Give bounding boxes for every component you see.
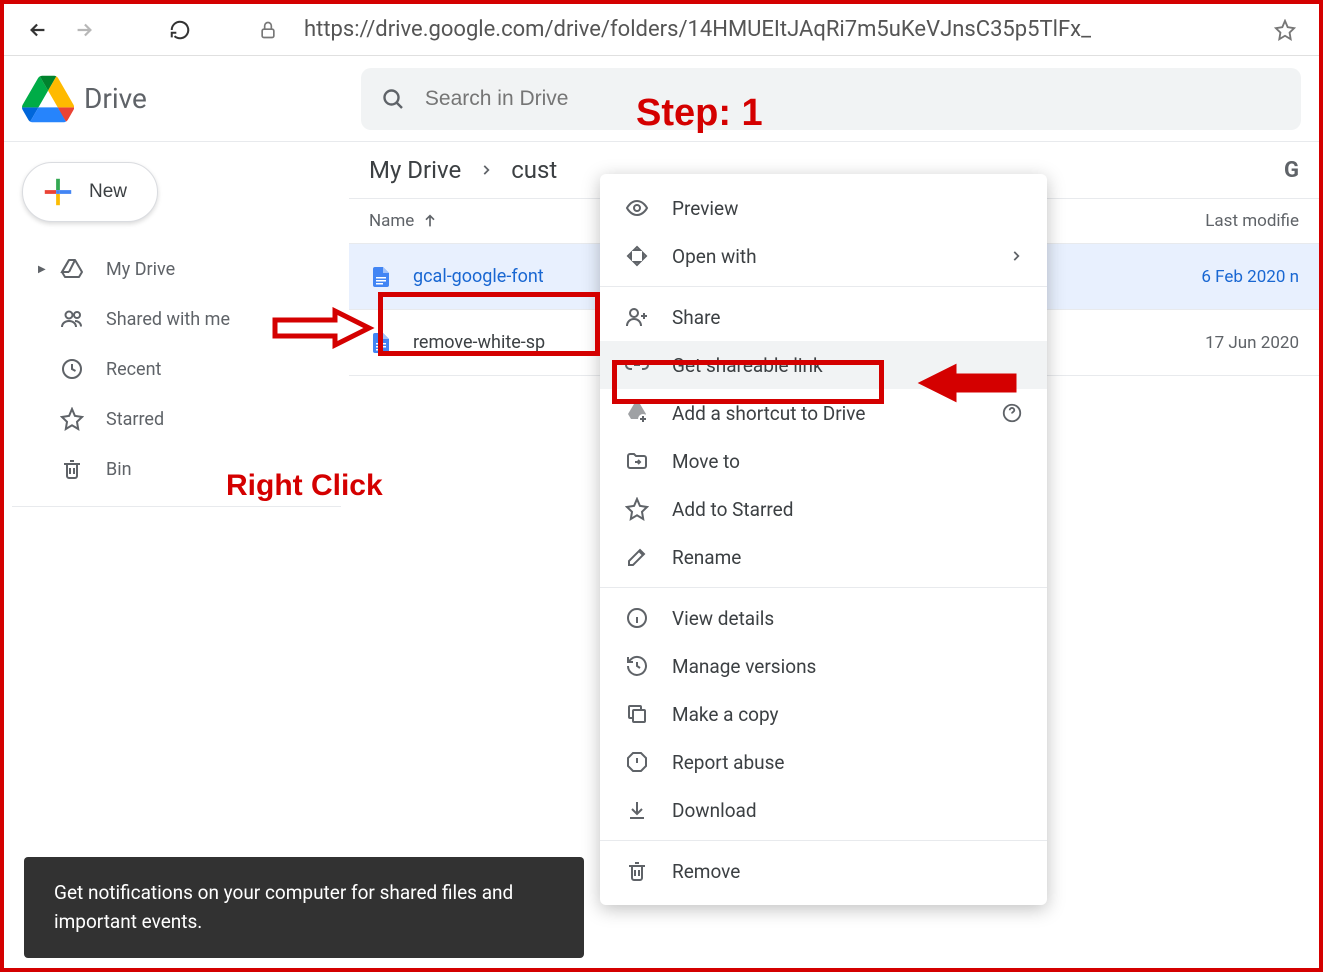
link-icon	[625, 353, 649, 377]
people-icon	[60, 307, 84, 331]
context-menu: Preview Open with Share Get shareable li…	[600, 174, 1047, 905]
bookmark-button[interactable]	[1267, 12, 1303, 48]
docs-icon	[369, 330, 393, 356]
ctx-move-to[interactable]: Move to	[600, 437, 1047, 485]
sidebar-divider	[12, 506, 341, 507]
search-icon	[381, 87, 405, 111]
ctx-download[interactable]: Download	[600, 786, 1047, 834]
ctx-share[interactable]: Share	[600, 293, 1047, 341]
file-name: gcal-google-font	[413, 266, 544, 287]
ctx-report-abuse[interactable]: Report abuse	[600, 738, 1047, 786]
sidebar-item-my-drive[interactable]: ▶ My Drive	[12, 244, 341, 294]
ctx-add-star[interactable]: Add to Starred	[600, 485, 1047, 533]
docs-icon	[369, 264, 393, 290]
help-icon	[1001, 402, 1023, 424]
sidebar-item-label: Shared with me	[106, 309, 230, 330]
history-icon	[625, 654, 649, 678]
sidebar-item-shared[interactable]: ▶ Shared with me	[12, 294, 341, 344]
url-text: https://drive.google.com/drive/folders/1…	[304, 17, 1091, 42]
plus-icon	[41, 175, 75, 209]
ctx-get-shareable-link[interactable]: Get shareable link	[600, 341, 1047, 389]
expand-triangle-icon[interactable]: ▶	[38, 264, 48, 275]
sidebar-item-label: Recent	[106, 359, 161, 380]
copy-icon	[625, 702, 649, 726]
trash-icon	[625, 859, 649, 883]
drive-icon	[22, 75, 74, 123]
star-icon	[625, 497, 649, 521]
sidebar-item-label: My Drive	[106, 259, 175, 280]
lock-icon	[258, 20, 278, 40]
arrow-up-icon	[422, 213, 438, 229]
sidebar-item-label: Bin	[106, 459, 132, 480]
file-date: 6 Feb 2020 n	[1201, 267, 1299, 287]
chevron-right-icon	[1009, 249, 1023, 263]
report-icon	[625, 750, 649, 774]
ctx-rename[interactable]: Rename	[600, 533, 1047, 581]
sidebar-item-bin[interactable]: ▶ Bin	[12, 444, 341, 494]
arrow-right-icon	[73, 19, 95, 41]
ctx-manage-versions[interactable]: Manage versions	[600, 642, 1047, 690]
info-icon	[625, 606, 649, 630]
nav-forward-button[interactable]	[66, 12, 102, 48]
sidebar-item-starred[interactable]: ▶ Starred	[12, 394, 341, 444]
ctx-separator	[600, 587, 1047, 588]
sidebar: New ▶ My Drive ▶ Shared with me ▶ Recent…	[4, 142, 349, 968]
file-name: remove-white-sp	[413, 332, 545, 353]
sidebar-item-label: Starred	[106, 409, 164, 430]
ctx-view-details[interactable]: View details	[600, 594, 1047, 642]
drive-small-icon	[60, 257, 84, 281]
pencil-icon	[625, 545, 649, 569]
column-modified[interactable]: Last modifie	[1205, 211, 1299, 231]
clock-icon	[60, 357, 84, 381]
new-button[interactable]: New	[22, 162, 158, 222]
app-header: Drive	[4, 56, 1319, 141]
ctx-make-copy[interactable]: Make a copy	[600, 690, 1047, 738]
refresh-icon	[169, 19, 191, 41]
chevron-right-icon	[479, 163, 493, 177]
new-button-label: New	[89, 181, 127, 203]
open-with-icon	[625, 244, 649, 268]
sidebar-item-recent[interactable]: ▶ Recent	[12, 344, 341, 394]
ctx-separator	[600, 286, 1047, 287]
folder-move-icon	[625, 449, 649, 473]
ctx-remove[interactable]: Remove	[600, 847, 1047, 895]
ctx-add-shortcut[interactable]: Add a shortcut to Drive	[600, 389, 1047, 437]
notification-toast[interactable]: Get notifications on your computer for s…	[24, 857, 584, 958]
trash-icon	[60, 457, 84, 481]
ctx-separator	[600, 840, 1047, 841]
star-icon	[60, 407, 84, 431]
star-outline-icon	[1274, 19, 1296, 41]
search-input[interactable]	[425, 87, 1281, 111]
nav-back-button[interactable]	[20, 12, 56, 48]
file-date: 17 Jun 2020	[1205, 333, 1299, 353]
eye-icon	[625, 196, 649, 220]
browser-toolbar: https://drive.google.com/drive/folders/1…	[4, 4, 1319, 56]
ctx-open-with[interactable]: Open with	[600, 232, 1047, 280]
nav-refresh-button[interactable]	[162, 12, 198, 48]
person-add-icon	[625, 305, 649, 329]
search-box[interactable]	[361, 68, 1301, 130]
google-plus-icon[interactable]: G	[1284, 158, 1299, 183]
drive-logo[interactable]: Drive	[22, 75, 147, 123]
url-bar[interactable]: https://drive.google.com/drive/folders/1…	[288, 11, 1257, 49]
arrow-left-icon	[27, 19, 49, 41]
breadcrumb-current[interactable]: cust	[511, 156, 557, 184]
app-title: Drive	[84, 82, 147, 115]
column-name[interactable]: Name	[369, 211, 438, 231]
ctx-preview[interactable]: Preview	[600, 184, 1047, 232]
breadcrumb-root[interactable]: My Drive	[369, 156, 461, 184]
drive-add-icon	[625, 401, 649, 425]
download-icon	[625, 798, 649, 822]
toast-text: Get notifications on your computer for s…	[54, 881, 513, 933]
